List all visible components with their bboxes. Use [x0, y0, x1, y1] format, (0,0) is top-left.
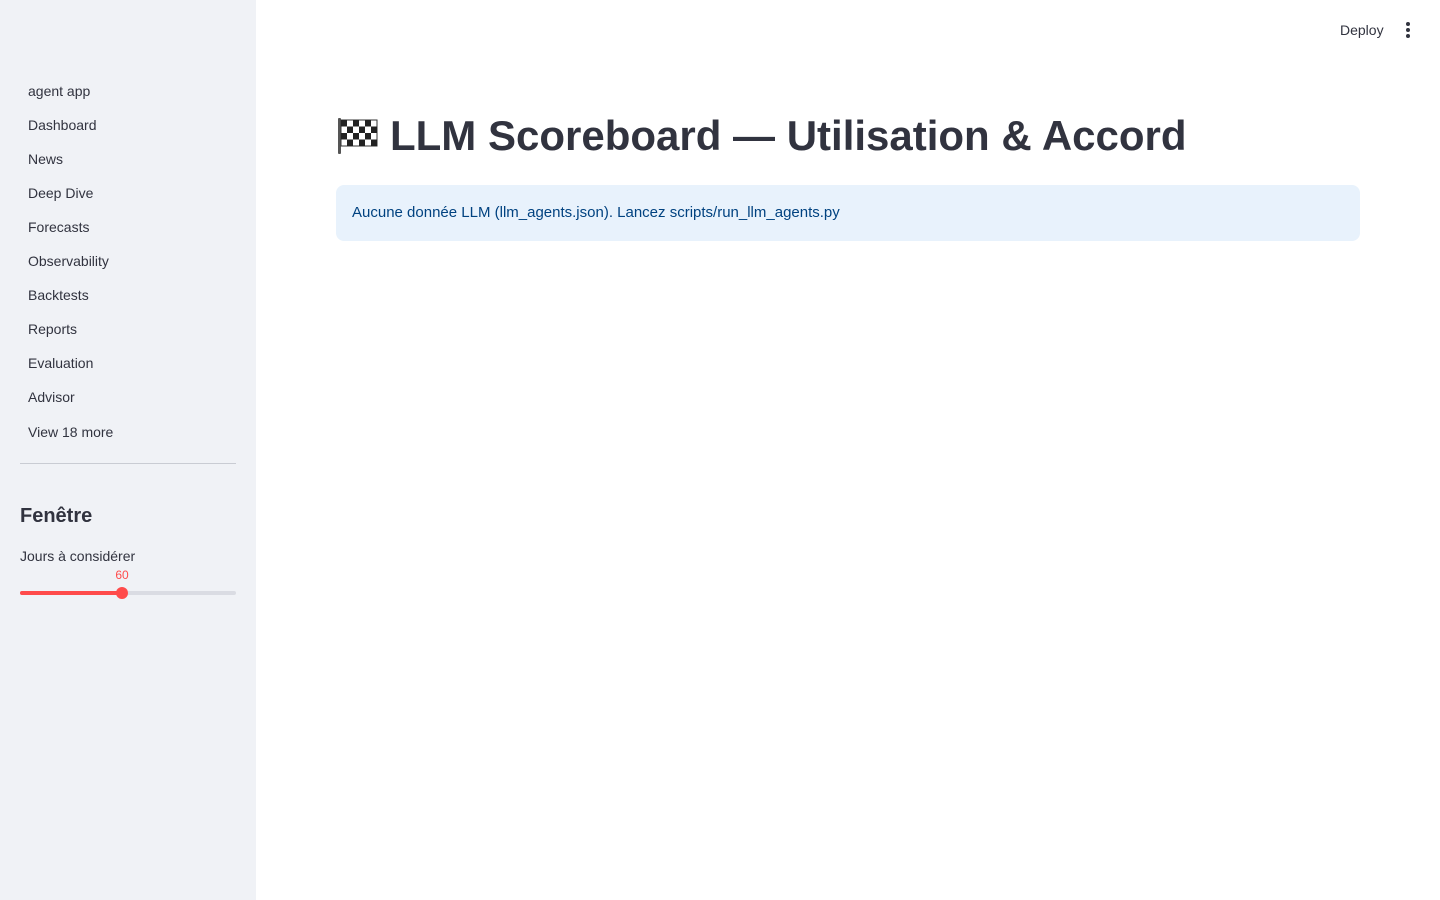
sidebar-item-advisor[interactable]: Advisor	[16, 380, 240, 414]
sidebar-item-agent-app[interactable]: agent app	[16, 74, 240, 108]
page-title: LLM Scoreboard — Utilisation & Accord	[336, 112, 1187, 160]
sidebar-section-title: Fenêtre	[20, 505, 93, 527]
sidebar-item-observability[interactable]: Observability	[16, 244, 240, 278]
slider-fill	[20, 591, 122, 595]
sidebar-item-forecasts[interactable]: Forecasts	[16, 210, 240, 244]
app-root: agent app Dashboard News Deep Dive Forec…	[0, 0, 1440, 900]
slider-thumb[interactable]	[116, 587, 128, 599]
sidebar: agent app Dashboard News Deep Dive Forec…	[0, 0, 256, 900]
sidebar-item-evaluation[interactable]: Evaluation	[16, 346, 240, 380]
slider-value: 60	[115, 568, 129, 582]
info-alert: Aucune donnée LLM (llm_agents.json). Lan…	[336, 185, 1360, 241]
sidebar-nav: agent app Dashboard News Deep Dive Forec…	[16, 74, 240, 414]
view-more-button[interactable]: View 18 more	[28, 424, 113, 440]
sidebar-item-reports[interactable]: Reports	[16, 312, 240, 346]
deploy-button[interactable]: Deploy	[1330, 18, 1394, 42]
sidebar-item-deep-dive[interactable]: Deep Dive	[16, 176, 240, 210]
sidebar-divider	[20, 463, 236, 464]
sidebar-item-news[interactable]: News	[16, 142, 240, 176]
info-alert-text: Aucune donnée LLM (llm_agents.json). Lan…	[352, 204, 840, 221]
more-vert-icon[interactable]	[1396, 18, 1420, 42]
sidebar-item-backtests[interactable]: Backtests	[16, 278, 240, 312]
days-slider[interactable]	[20, 587, 236, 599]
checkered-flag-icon	[336, 116, 380, 156]
sidebar-item-dashboard[interactable]: Dashboard	[16, 108, 240, 142]
slider-label: Jours à considérer	[20, 548, 136, 564]
page-title-text: LLM Scoreboard — Utilisation & Accord	[390, 112, 1187, 159]
